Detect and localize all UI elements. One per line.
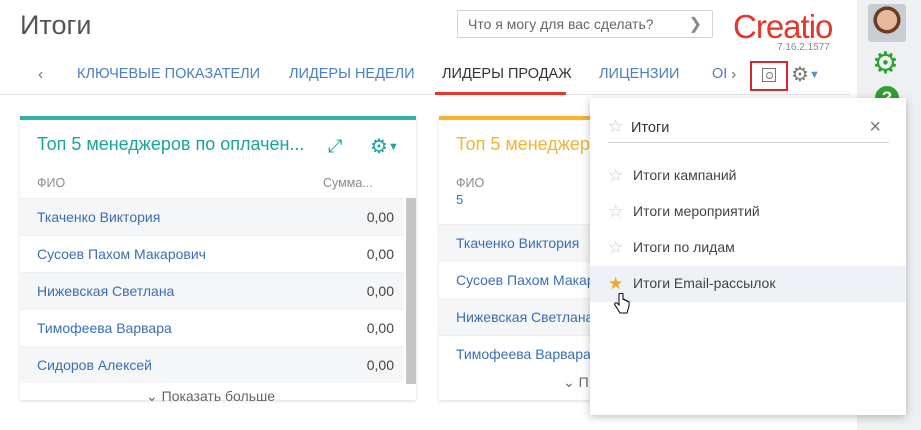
- star-filled-icon[interactable]: ★: [608, 274, 623, 294]
- table-row[interactable]: Ткаченко Виктория 0,00: [20, 198, 404, 235]
- dropdown-item[interactable]: ☆ Итоги кампаний: [590, 158, 906, 194]
- avatar[interactable]: [868, 4, 906, 42]
- tab-week-leaders[interactable]: ЛИДЕРЫ НЕДЕЛИ: [289, 66, 415, 82]
- row-name-link[interactable]: Нижевская Светлана: [37, 283, 174, 299]
- brand-logo: Creatio: [733, 8, 833, 45]
- chevron-down-icon: ▼: [387, 141, 399, 153]
- table-row[interactable]: Сидоров Алексей 0,00: [20, 346, 404, 383]
- row-name-link[interactable]: Нижевская Светлана: [456, 309, 593, 325]
- column-header-sum[interactable]: Сумма...: [323, 176, 373, 190]
- tabs-next-icon[interactable]: ›: [731, 66, 736, 84]
- tab-bar: ‹ КЛЮЧЕВЫЕ ПОКАЗАТЕЛИ ЛИДЕРЫ НЕДЕЛИ ЛИДЕ…: [0, 58, 850, 95]
- global-search[interactable]: ❯: [457, 10, 713, 38]
- row-value: 0,00: [366, 283, 394, 299]
- row-value: 0,00: [366, 246, 394, 262]
- tab-truncated[interactable]: ОІ: [712, 66, 727, 82]
- system-settings-icon[interactable]: ⚙: [872, 49, 899, 79]
- active-tab-indicator: [435, 92, 566, 95]
- widget-rows: Ткаченко Виктория 0,00 Сусоев Пахом Макар…: [20, 198, 404, 383]
- table-row[interactable]: Тимофеева Варвара 0,00: [20, 309, 404, 346]
- star-icon[interactable]: ☆: [608, 166, 623, 186]
- double-chevron-down-icon: ⌄: [146, 388, 158, 404]
- chevron-right-icon[interactable]: ❯: [689, 14, 702, 34]
- row-name-link[interactable]: Тимофеева Варвара: [37, 320, 172, 336]
- search-page-icon: [762, 68, 776, 82]
- scrollbar[interactable]: [406, 198, 416, 384]
- row-number: 5: [456, 192, 464, 207]
- row-name-link[interactable]: Сидоров Алексей: [37, 357, 152, 373]
- show-more-label: Показать больше: [161, 388, 276, 404]
- row-value: 0,00: [366, 209, 394, 225]
- row-name-link[interactable]: Сусоев Пахом Макарович: [37, 246, 206, 262]
- dropdown-search: ☆ ×: [608, 116, 889, 143]
- dropdown-item[interactable]: ☆ Итоги по лидам: [590, 230, 906, 266]
- dropdown-item[interactable]: ☆ Итоги мероприятий: [590, 194, 906, 230]
- tab-key-indicators[interactable]: КЛЮЧЕВЫЕ ПОКАЗАТЕЛИ: [77, 66, 260, 82]
- column-header-name[interactable]: ФИО: [456, 176, 484, 190]
- table-row[interactable]: Ткаченко Виктория: [439, 224, 599, 261]
- dropdown-item[interactable]: ★ Итоги Email-рассылок: [590, 266, 906, 302]
- dropdown-item-label: Итоги мероприятий: [633, 203, 760, 219]
- dashboard-lookup-dropdown: ☆ × ☆ Итоги кампаний ☆ Итоги мероприятий ☆…: [590, 98, 906, 415]
- table-row[interactable]: Тимофеева Варвара: [439, 335, 599, 372]
- row-name-link[interactable]: Сусоев Пахом Макарович: [456, 272, 599, 288]
- star-icon: ☆: [608, 117, 624, 136]
- dropdown-item-label: Итоги кампаний: [633, 167, 737, 183]
- dashboard-lookup-button[interactable]: [750, 61, 788, 91]
- table-row[interactable]: Нижевская Светлана: [439, 298, 599, 335]
- widget-settings-icon[interactable]: ⚙▼: [370, 134, 399, 159]
- double-chevron-down-icon: ⌄: [563, 374, 575, 390]
- search-input[interactable]: [458, 11, 688, 37]
- close-icon[interactable]: ×: [869, 116, 881, 139]
- row-name-link[interactable]: Тимофеева Варвара: [456, 346, 591, 362]
- table-row[interactable]: Нижевская Светлана 0,00: [20, 272, 404, 309]
- table-row[interactable]: Сусоев Пахом Макарович: [439, 261, 599, 298]
- table-row[interactable]: Сусоев Пахом Макарович 0,00: [20, 235, 404, 272]
- page-title: Итоги: [20, 10, 92, 40]
- show-more-link[interactable]: ⌄ П: [563, 374, 589, 391]
- widget-top5-second: Топ 5 менеджеров ФИО 5 Ткаченко Виктория…: [439, 116, 609, 400]
- widget-rows: Ткаченко Виктория Сусоев Пахом Макарович…: [439, 224, 599, 372]
- row-value: 0,00: [366, 320, 394, 336]
- hand-cursor-icon: [614, 293, 630, 314]
- widget-title: Топ 5 менеджеров по оплачен...: [37, 134, 305, 154]
- show-more-label: П: [578, 374, 589, 390]
- tab-licenses[interactable]: ЛИЦЕНЗИИ: [599, 66, 679, 82]
- row-name-link[interactable]: Ткаченко Виктория: [37, 209, 160, 225]
- column-header-name[interactable]: ФИО: [37, 176, 65, 190]
- version-label: 7.16.2.1577: [777, 42, 830, 53]
- row-value: 0,00: [366, 357, 394, 373]
- dropdown-list: ☆ Итоги кампаний ☆ Итоги мероприятий ☆ Итог…: [590, 158, 906, 302]
- show-more-link[interactable]: ⌄ Показать больше: [146, 388, 275, 405]
- widget-title: Топ 5 менеджеров: [456, 134, 610, 154]
- dropdown-item-label: Итоги Email-рассылок: [633, 275, 776, 291]
- widget-top5-paid: Топ 5 менеджеров по оплачен... ⤢ ⚙▼ ФИО …: [20, 116, 416, 404]
- dropdown-search-input[interactable]: [631, 116, 851, 140]
- tabs-prev-icon[interactable]: ‹: [38, 66, 43, 84]
- dashboard-settings-button[interactable]: ⚙▼: [791, 62, 820, 87]
- row-name-link[interactable]: Ткаченко Виктория: [456, 235, 579, 251]
- chevron-down-icon: ▼: [808, 69, 820, 81]
- star-icon[interactable]: ☆: [608, 202, 623, 222]
- tab-sales-leaders[interactable]: ЛИДЕРЫ ПРОДАЖ: [442, 66, 572, 82]
- star-icon[interactable]: ☆: [608, 238, 623, 258]
- dropdown-item-label: Итоги по лидам: [633, 239, 735, 255]
- expand-icon[interactable]: ⤢: [328, 136, 342, 157]
